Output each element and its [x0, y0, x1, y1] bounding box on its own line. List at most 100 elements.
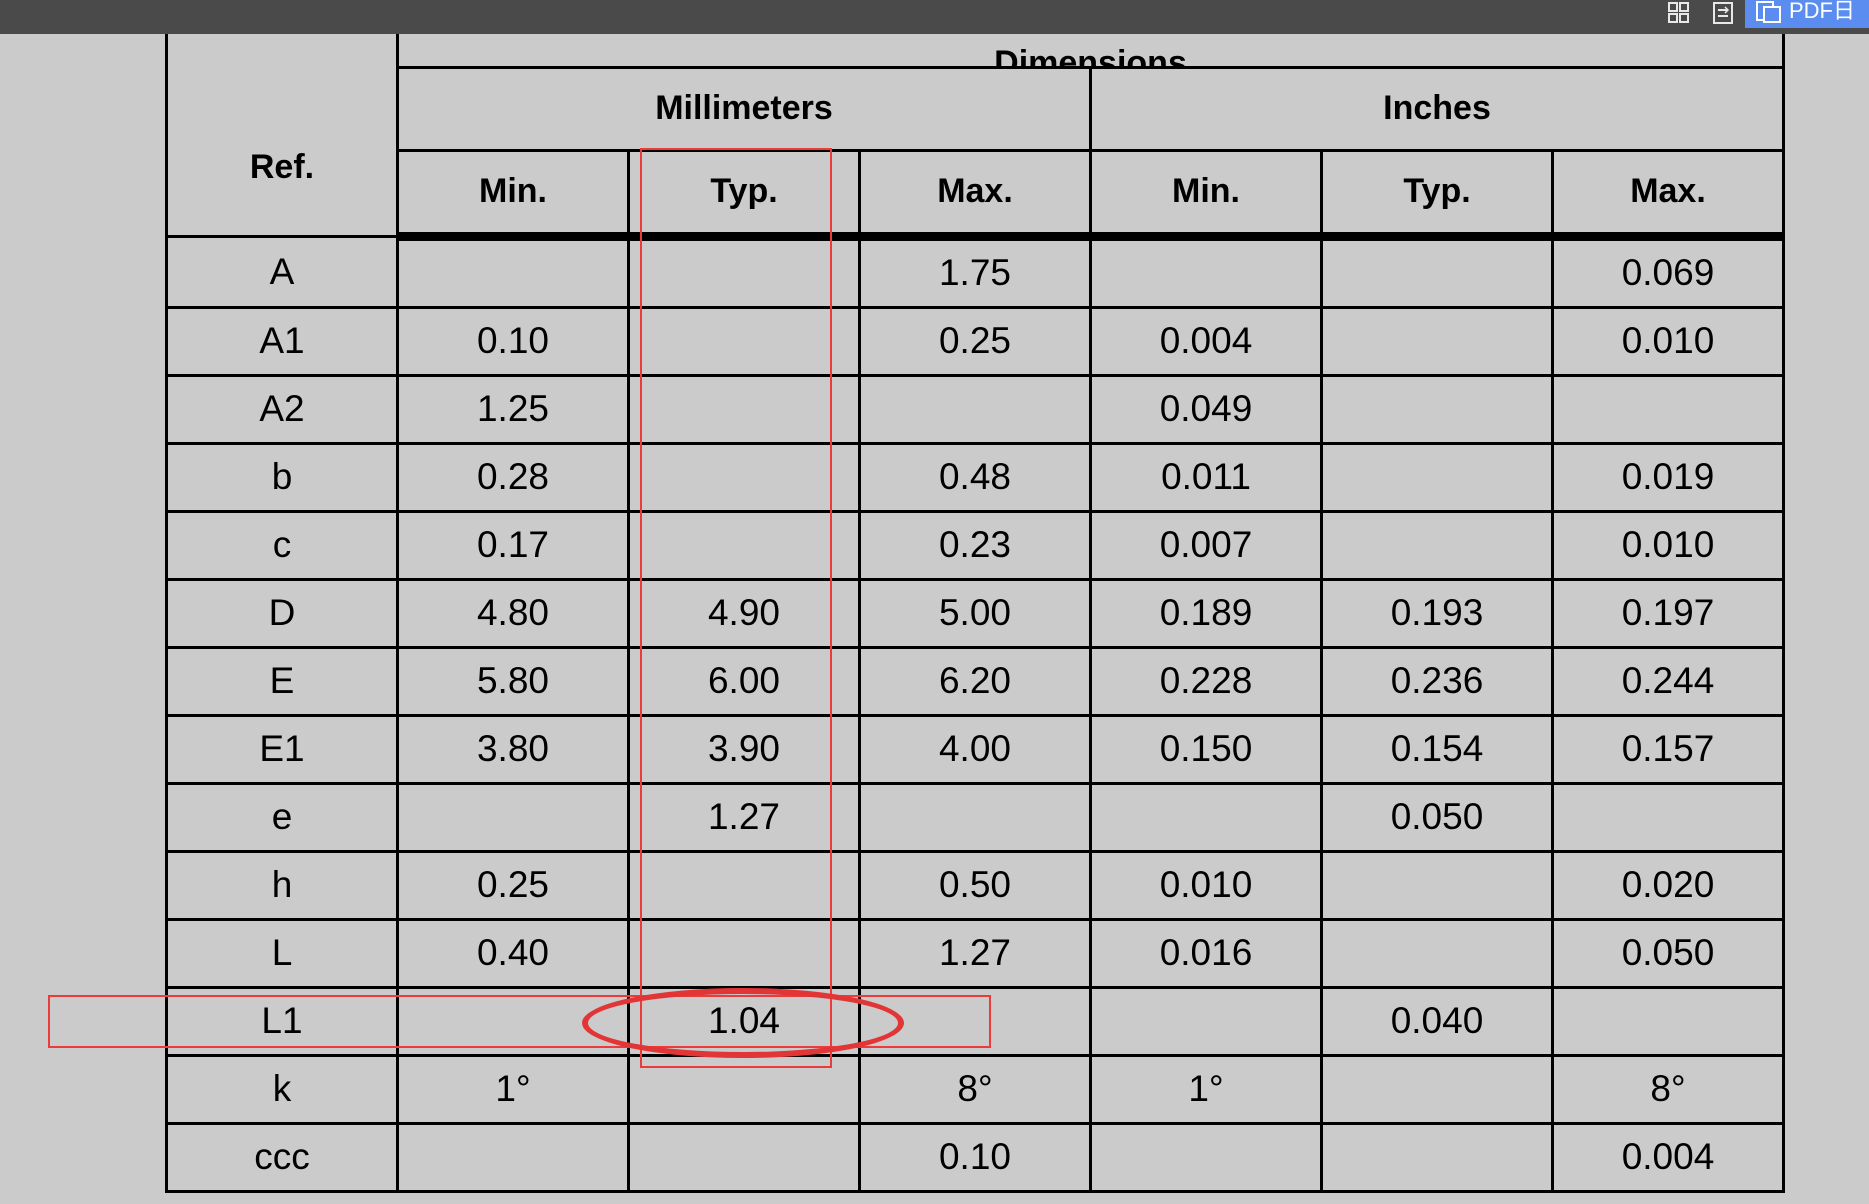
in-max-cell	[1551, 373, 1785, 445]
mm-min-cell: 0.17	[396, 509, 630, 581]
in-max-cell: 8°	[1551, 1053, 1785, 1125]
in-min-cell: 0.007	[1089, 509, 1323, 581]
ref-cell: h	[165, 849, 399, 921]
in-max-cell: 0.157	[1551, 713, 1785, 785]
mm-typ-cell	[627, 849, 861, 921]
mm-typ-cell: 1.04	[627, 985, 861, 1057]
in-typ-cell	[1320, 234, 1554, 309]
in-min-cell: 0.150	[1089, 713, 1323, 785]
mm-min-cell: 4.80	[396, 577, 630, 649]
ref-cell: E	[165, 645, 399, 717]
mm-typ-cell	[627, 234, 861, 309]
mm-typ-header: Typ.	[627, 148, 861, 241]
table-row: E1 3.80 3.90 4.00 0.150 0.154 0.157	[165, 713, 1785, 785]
mm-max-cell	[858, 985, 1092, 1057]
pdf-button-label: PDF	[1789, 0, 1833, 23]
mm-max-cell: 8°	[858, 1053, 1092, 1125]
in-typ-cell	[1320, 373, 1554, 445]
ref-cell: L	[165, 917, 399, 989]
mm-max-cell: 4.00	[858, 713, 1092, 785]
mm-min-cell	[396, 234, 630, 309]
table-row: L1 1.04 0.040	[165, 985, 1785, 1057]
mm-max-cell: 0.50	[858, 849, 1092, 921]
mm-max-cell: 0.10	[858, 1121, 1092, 1193]
mm-min-cell	[396, 1121, 630, 1193]
in-max-cell: 0.010	[1551, 305, 1785, 377]
in-typ-cell	[1320, 849, 1554, 921]
grid-view-icon[interactable]	[1667, 0, 1693, 26]
in-max-cell	[1551, 781, 1785, 853]
mm-typ-cell	[627, 1053, 861, 1125]
in-typ-cell	[1320, 1053, 1554, 1125]
table-row: b 0.28 0.48 0.011 0.019	[165, 441, 1785, 513]
in-max-cell: 0.069	[1551, 234, 1785, 309]
mm-min-cell	[396, 781, 630, 853]
in-max-cell: 0.004	[1551, 1121, 1785, 1193]
mm-min-cell: 0.25	[396, 849, 630, 921]
table-row: A1 0.10 0.25 0.004 0.010	[165, 305, 1785, 377]
ref-cell: E1	[165, 713, 399, 785]
mm-max-cell: 0.25	[858, 305, 1092, 377]
ref-cell: c	[165, 509, 399, 581]
pdf-convert-button[interactable]: PDF日	[1745, 0, 1869, 28]
mm-min-header: Min.	[396, 148, 630, 241]
in-typ-cell	[1320, 1121, 1554, 1193]
mm-typ-cell: 4.90	[627, 577, 861, 649]
in-max-cell: 0.010	[1551, 509, 1785, 581]
ref-cell: A2	[165, 373, 399, 445]
compare-icon[interactable]	[1711, 0, 1737, 26]
mm-min-cell: 0.40	[396, 917, 630, 989]
mm-max-cell: 1.75	[858, 234, 1092, 309]
mm-min-cell: 5.80	[396, 645, 630, 717]
mm-max-cell: 0.48	[858, 441, 1092, 513]
in-min-cell: 0.189	[1089, 577, 1323, 649]
in-typ-cell: 0.040	[1320, 985, 1554, 1057]
ref-cell: k	[165, 1053, 399, 1125]
mm-max-cell: 1.27	[858, 917, 1092, 989]
pdf-convert-icon	[1755, 0, 1785, 28]
in-max-cell: 0.020	[1551, 849, 1785, 921]
mm-max-header: Max.	[858, 148, 1092, 241]
table-row: A 1.75 0.069	[165, 234, 1785, 309]
mm-typ-cell	[627, 441, 861, 513]
mm-min-cell: 3.80	[396, 713, 630, 785]
table-row: k 1° 8° 1° 8°	[165, 1053, 1785, 1125]
in-min-cell: 0.011	[1089, 441, 1323, 513]
ref-cell: A	[165, 234, 399, 309]
in-max-cell: 0.019	[1551, 441, 1785, 513]
in-typ-header: Typ.	[1320, 148, 1554, 241]
in-max-header: Max.	[1551, 148, 1785, 241]
mm-min-cell: 1.25	[396, 373, 630, 445]
in-typ-cell	[1320, 441, 1554, 513]
millimeters-header: Millimeters	[396, 65, 1092, 152]
mm-typ-cell: 6.00	[627, 645, 861, 717]
ref-cell: L1	[165, 985, 399, 1057]
mm-max-cell: 5.00	[858, 577, 1092, 649]
mm-typ-cell	[627, 509, 861, 581]
dimensions-title: Dimensions	[994, 43, 1187, 67]
in-min-cell: 1°	[1089, 1053, 1323, 1125]
in-max-cell: 0.244	[1551, 645, 1785, 717]
table-row: e 1.27 0.050	[165, 781, 1785, 853]
inches-header: Inches	[1089, 65, 1785, 152]
mm-max-cell: 6.20	[858, 645, 1092, 717]
in-typ-cell: 0.236	[1320, 645, 1554, 717]
in-min-cell	[1089, 985, 1323, 1057]
mm-typ-cell	[627, 305, 861, 377]
table-row: D 4.80 4.90 5.00 0.189 0.193 0.197	[165, 577, 1785, 649]
mm-max-cell	[858, 373, 1092, 445]
in-typ-cell	[1320, 917, 1554, 989]
mm-typ-cell: 3.90	[627, 713, 861, 785]
in-min-cell: 0.010	[1089, 849, 1323, 921]
mm-max-cell: 0.23	[858, 509, 1092, 581]
in-typ-cell	[1320, 305, 1554, 377]
mm-min-cell: 0.10	[396, 305, 630, 377]
in-min-cell: 0.049	[1089, 373, 1323, 445]
dimensions-table-body: A 1.75 0.069 A1 0.10 0.25 0.004 0.010 A2 1.25 0.04…	[165, 234, 1785, 1193]
ref-cell: A1	[165, 305, 399, 377]
in-min-cell	[1089, 781, 1323, 853]
table-row: h 0.25 0.50 0.010 0.020	[165, 849, 1785, 921]
table-row: E 5.80 6.00 6.20 0.228 0.236 0.244	[165, 645, 1785, 717]
in-max-cell: 0.050	[1551, 917, 1785, 989]
mm-min-cell: 0.28	[396, 441, 630, 513]
